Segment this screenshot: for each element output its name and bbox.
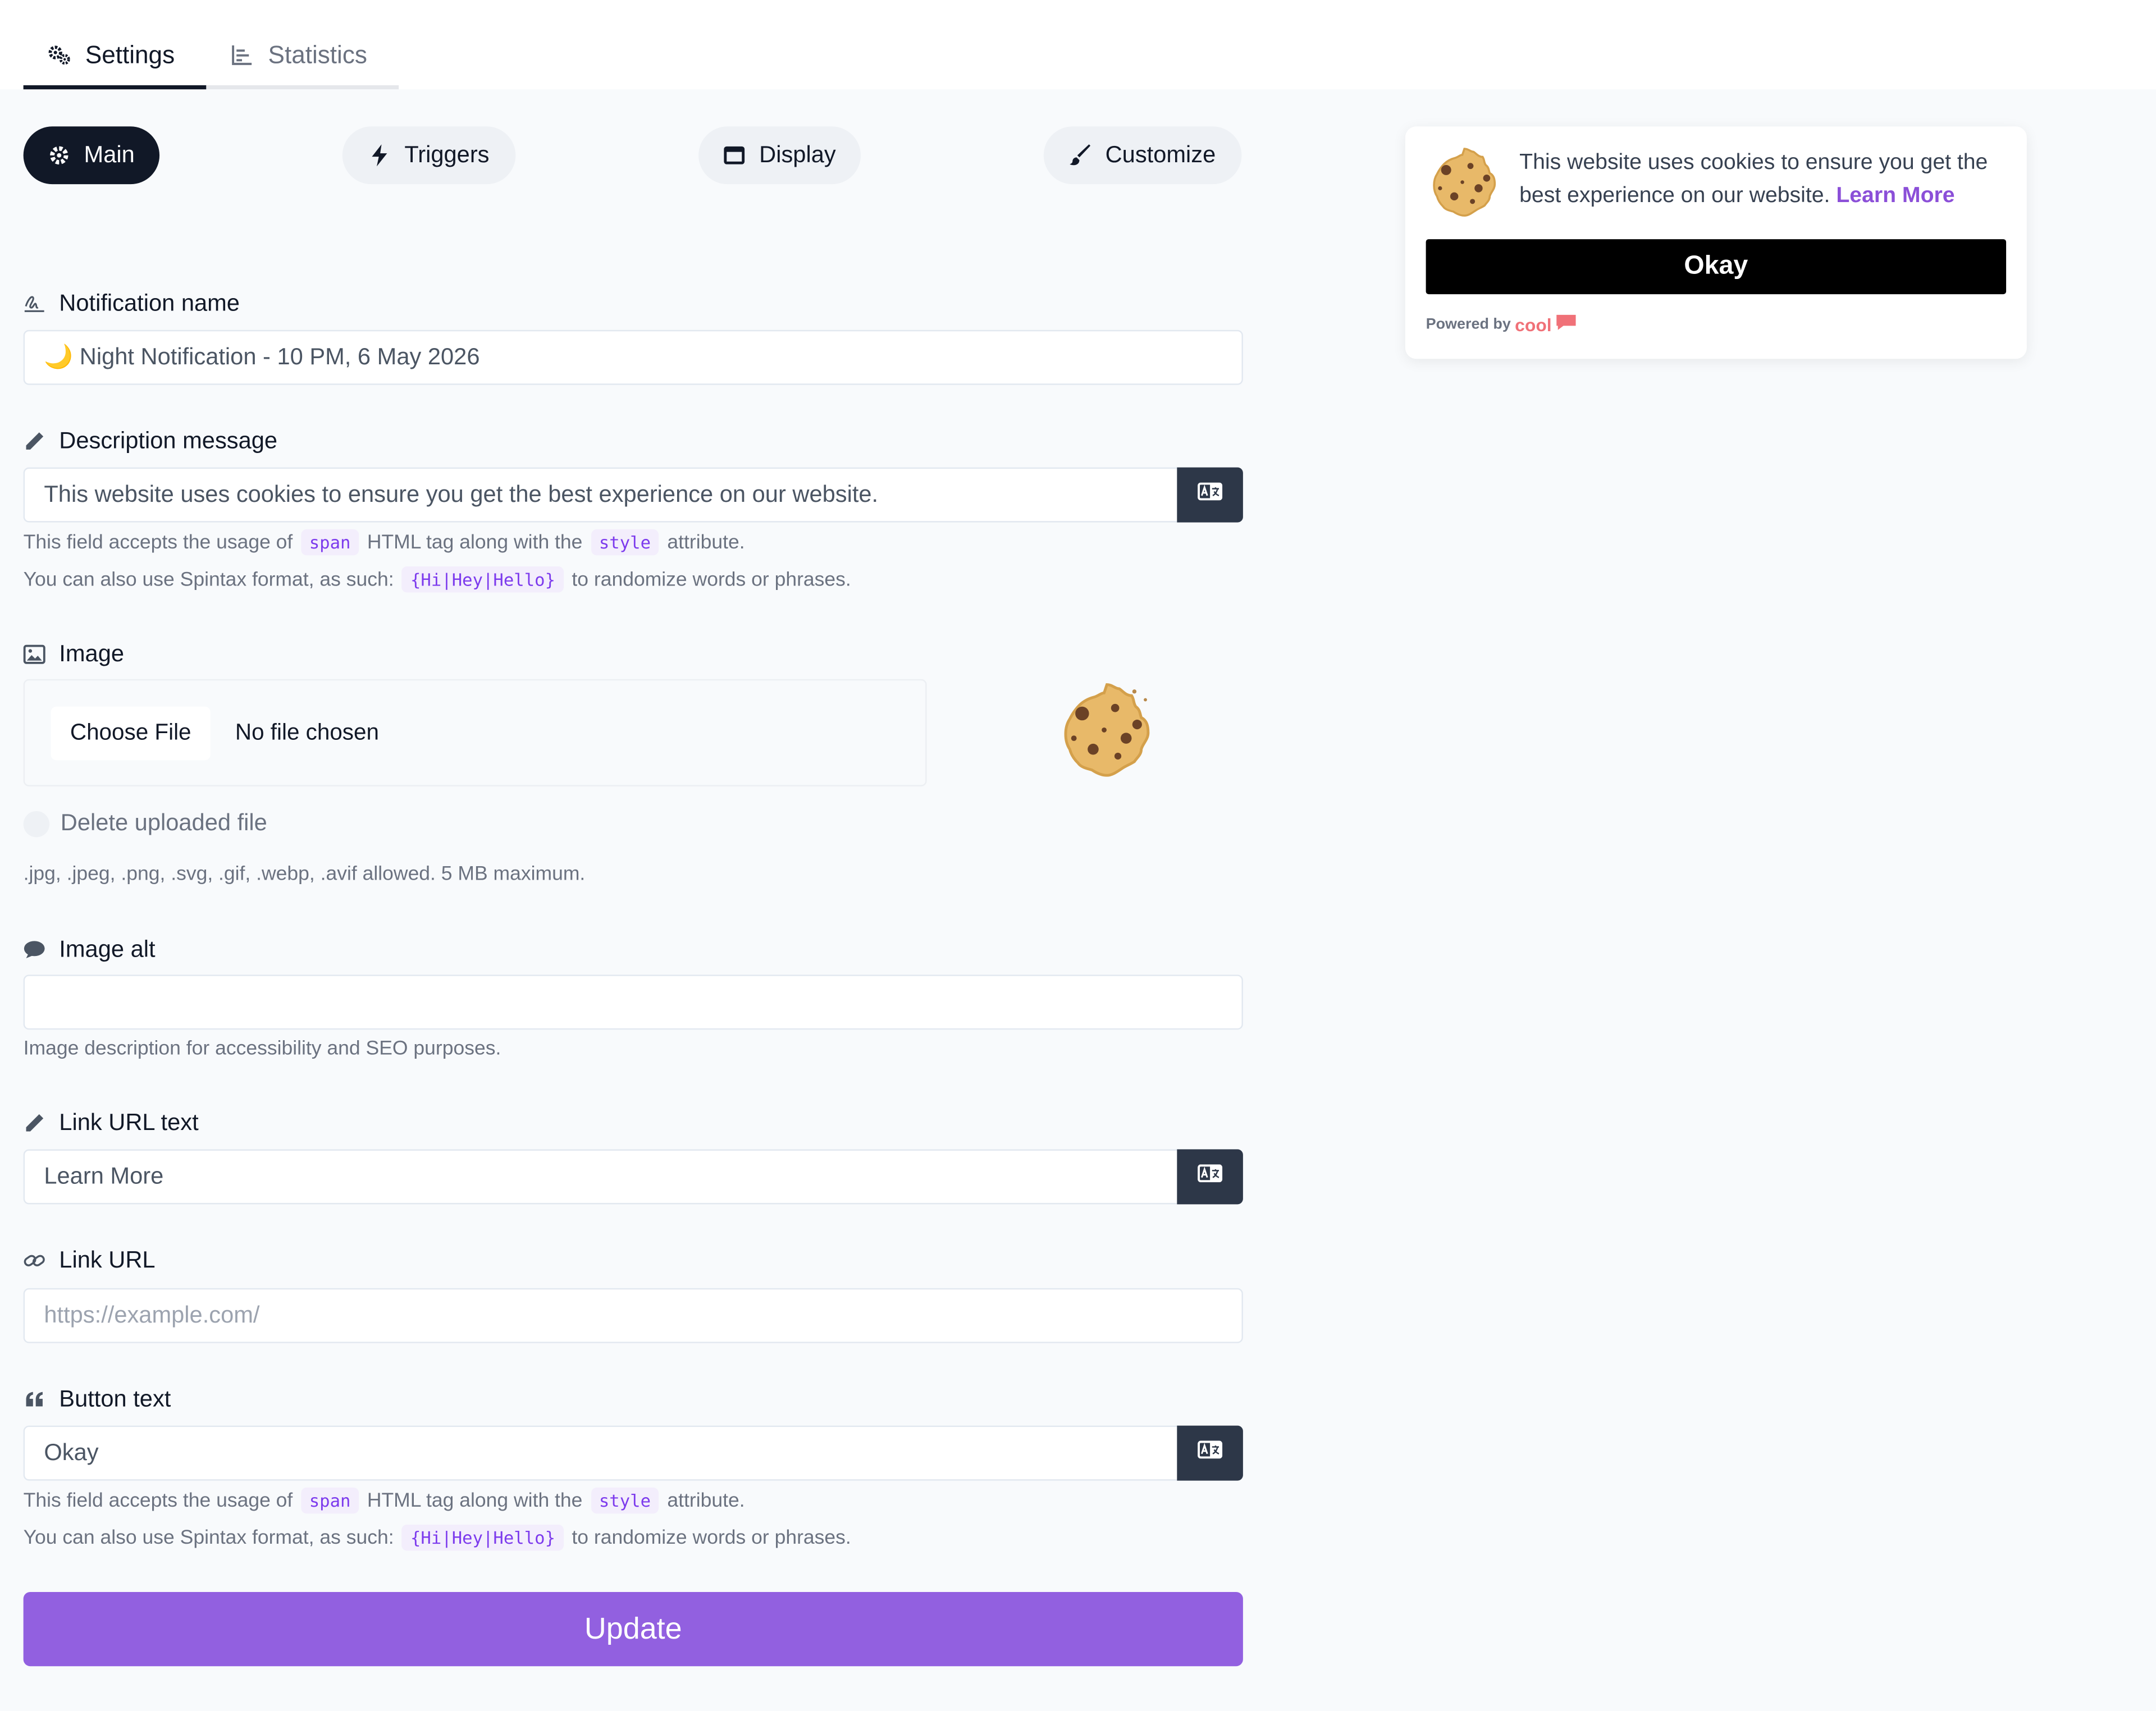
description-translate-button[interactable]: [1177, 467, 1243, 523]
translate-icon: [1198, 1164, 1223, 1189]
section-display-button[interactable]: Display: [698, 126, 861, 185]
powered-by-prefix: Powered by: [1426, 316, 1511, 333]
help-span-text-2: HTML tag along with the: [367, 531, 583, 553]
top-tab-bar: Settings Statistics: [0, 0, 2156, 90]
preview-learn-more-link[interactable]: Learn More: [1836, 184, 1954, 208]
notification-name-value: 🌙 Night Notification - 10 PM, 6 May 2026: [44, 344, 480, 370]
link-url-input[interactable]: https://example.com/: [23, 1288, 1243, 1343]
pencil-icon: [24, 431, 45, 452]
delete-file-label[interactable]: Delete uploaded file: [61, 809, 267, 837]
description-help-span: This field accepts the usage of span HTM…: [24, 529, 745, 556]
bar-chart-icon: [230, 43, 254, 67]
button-text-label: Button text: [24, 1386, 171, 1413]
button-text-help-span: This field accepts the usage of span HTM…: [23, 1487, 745, 1514]
translate-icon: [1198, 482, 1223, 507]
link-url-label: Link URL: [24, 1247, 156, 1274]
help-style-code: style: [591, 1487, 659, 1514]
image-label-text: Image: [59, 641, 125, 667]
powered-by[interactable]: Powered by cool: [1426, 313, 1578, 335]
section-main-label: Main: [84, 141, 135, 168]
gears-icon: [47, 43, 71, 67]
link-text-translate-button[interactable]: [1177, 1149, 1243, 1205]
file-status: No file chosen: [235, 720, 379, 745]
help-span-text-2: HTML tag along with the: [367, 1489, 583, 1512]
help-spintax-text-2: to randomize words or phrases.: [572, 568, 851, 591]
link-text-value: Learn More: [44, 1163, 164, 1190]
gear-icon: [48, 144, 70, 166]
section-main-button[interactable]: Main: [23, 126, 160, 185]
image-alt-label: Image alt: [24, 936, 156, 964]
notification-name-label-text: Notification name: [59, 290, 240, 317]
notification-name-label: Notification name: [24, 290, 240, 318]
section-customize-button[interactable]: Customize: [1043, 126, 1242, 185]
link-text-label-text: Link URL text: [59, 1109, 199, 1136]
quote-icon: [24, 1388, 45, 1410]
comment-icon: [24, 939, 45, 961]
description-message-value: This website uses cookies to ensure you …: [44, 481, 879, 507]
help-span-code: span: [301, 1487, 359, 1514]
help-spintax-text-1: You can also use Spintax format, as such…: [23, 568, 394, 591]
help-span-text-1: This field accepts the usage of: [23, 531, 293, 553]
section-triggers-label: Triggers: [404, 141, 490, 168]
help-spintax-code: {Hi|Hey|Hello}: [402, 566, 564, 593]
tab-settings-label: Settings: [85, 40, 175, 68]
section-triggers-button[interactable]: Triggers: [342, 126, 516, 185]
powered-by-brand: cool: [1515, 314, 1552, 335]
help-spintax-code: {Hi|Hey|Hello}: [402, 1524, 564, 1551]
help-spintax-text-2: to randomize words or phrases.: [572, 1526, 851, 1549]
link-text-label: Link URL text: [24, 1109, 199, 1137]
help-span-text-1: This field accepts the usage of: [23, 1489, 293, 1512]
tab-settings[interactable]: Settings: [23, 25, 207, 90]
pencil-icon: [24, 1112, 45, 1134]
image-label: Image: [23, 641, 125, 668]
delete-file-checkbox[interactable]: [23, 811, 50, 838]
link-url-label-text: Link URL: [59, 1247, 156, 1273]
image-help: .jpg, .jpeg, .png, .svg, .gif, .webp, .a…: [23, 863, 586, 886]
button-text-translate-button[interactable]: [1177, 1425, 1243, 1481]
notification-name-input[interactable]: 🌙 Night Notification - 10 PM, 6 May 2026: [23, 330, 1243, 385]
link-url-placeholder: https://example.com/: [44, 1302, 260, 1328]
tab-statistics[interactable]: Statistics: [206, 25, 399, 90]
image-alt-label-text: Image alt: [59, 936, 156, 963]
description-message-input[interactable]: This website uses cookies to ensure you …: [23, 467, 1179, 523]
description-message-label-text: Description message: [59, 427, 278, 454]
button-text-input[interactable]: Okay: [23, 1425, 1179, 1481]
chat-bubble-icon: [1556, 313, 1578, 335]
preview-message: This website uses cookies to ensure you …: [1519, 147, 2015, 213]
description-help-spintax: You can also use Spintax format, as such…: [24, 566, 851, 593]
tab-statistics-label: Statistics: [268, 40, 367, 68]
button-text-value: Okay: [44, 1439, 99, 1466]
section-display-label: Display: [759, 141, 836, 168]
help-span-text-3: attribute.: [667, 531, 745, 553]
description-message-label: Description message: [24, 428, 277, 455]
brush-icon: [1069, 144, 1091, 166]
link-text-input[interactable]: Learn More: [23, 1149, 1179, 1205]
image-alt-input[interactable]: [23, 975, 1243, 1030]
cookie-icon: [1426, 146, 1503, 230]
help-span-text-3: attribute.: [667, 1489, 745, 1512]
choose-file-button[interactable]: Choose File: [51, 706, 211, 760]
update-button[interactable]: Update: [23, 1591, 1243, 1667]
preview-okay-button[interactable]: Okay: [1426, 239, 2007, 295]
link-icon: [24, 1250, 45, 1271]
bolt-icon: [369, 144, 391, 167]
window-icon: [723, 144, 745, 166]
section-customize-label: Customize: [1105, 141, 1216, 168]
translate-icon: [1198, 1440, 1223, 1466]
help-style-code: style: [591, 529, 659, 556]
button-text-label-text: Button text: [59, 1385, 171, 1412]
image-icon: [23, 643, 45, 665]
button-text-help-spintax: You can also use Spintax format, as such…: [23, 1524, 851, 1551]
signature-icon: [24, 293, 45, 315]
image-alt-help: Image description for accessibility and …: [23, 1037, 501, 1060]
image-file-input[interactable]: Choose File No file chosen: [23, 679, 927, 786]
cookie-image-preview: [1054, 680, 1159, 792]
help-spintax-text-1: You can also use Spintax format, as such…: [23, 1526, 394, 1549]
cookie-notification-preview: This website uses cookies to ensure you …: [1405, 126, 2027, 359]
help-span-code: span: [301, 529, 359, 556]
